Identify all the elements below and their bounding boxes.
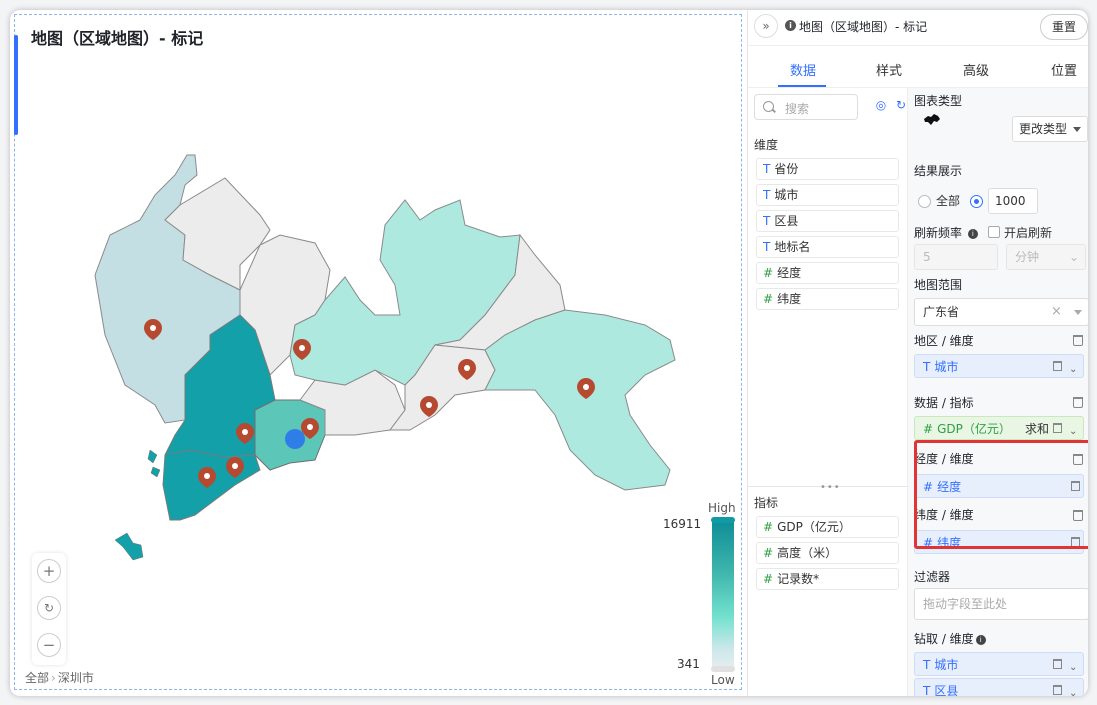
district-nanshan[interactable] (162, 449, 261, 521)
result-all-radio[interactable] (918, 195, 931, 208)
search-icon (763, 101, 774, 112)
delete-icon[interactable] (1053, 361, 1062, 371)
info-icon: i (967, 228, 978, 239)
legend-low-label: Low (711, 673, 735, 687)
info-icon: i (785, 20, 796, 31)
region-map[interactable] (15, 15, 743, 691)
tab-style[interactable]: 样式 (876, 60, 902, 79)
drill-field-pill[interactable]: T 城市 ⌄ (914, 652, 1084, 676)
panel-title: 地图（区域地图）- 标记 (799, 20, 928, 34)
data-measure-label: 数据 / 指标 (914, 396, 974, 410)
island-3 (150, 466, 161, 478)
field-list-column: 搜索 ◎ ↻ 维度 T 省份 T 城市 T 区县 T 地标名 # 经度 # 纬度 ••• 指… (748, 88, 908, 696)
clear-icon[interactable]: × (1051, 299, 1062, 325)
dimension-field[interactable]: T 地标名 (756, 236, 899, 258)
dimension-field[interactable]: T 省份 (756, 158, 899, 180)
result-all-label: 全部 (936, 194, 961, 208)
legend-handle-bottom[interactable] (711, 666, 735, 672)
region-field-pill[interactable]: T 城市 ⌄ (914, 354, 1084, 378)
result-count-radio[interactable] (970, 195, 983, 208)
tab-data[interactable]: 数据 (790, 60, 816, 79)
region-map-chart-icon (924, 114, 940, 125)
zoom-control: + ↻ − (32, 553, 66, 665)
chevron-down-icon[interactable]: ⌄ (1069, 682, 1077, 696)
legend-handle-top[interactable] (711, 517, 735, 523)
dimension-field[interactable]: T 城市 (756, 184, 899, 206)
delete-icon[interactable] (1073, 335, 1083, 346)
drill-dimension-label: 钻取 / 维度 i (914, 630, 986, 647)
measure-section-label: 指标 (754, 496, 779, 510)
zoom-in-icon[interactable]: + (37, 559, 61, 583)
highlight-annotation-frame (914, 440, 1088, 549)
legend-max-value: 16911 (663, 517, 702, 531)
island-1 (114, 532, 144, 561)
tab-position[interactable]: 位置 (1051, 60, 1077, 79)
dimension-field[interactable]: T 区县 (756, 210, 899, 232)
chevron-down-icon: ⌄ (1069, 250, 1080, 264)
island-2 (147, 449, 158, 464)
dimension-field[interactable]: # 经度 (756, 262, 899, 284)
breadcrumb-item-city: 深圳市 (57, 671, 94, 685)
chevron-down-icon[interactable]: ⌄ (1069, 358, 1077, 382)
delete-icon[interactable] (1053, 685, 1062, 695)
measure-field[interactable]: # 记录数* (756, 568, 899, 590)
chevron-down-icon[interactable]: ⌄ (1069, 656, 1077, 680)
legend-gradient-bar (712, 520, 734, 670)
legend-min-value: 341 (677, 657, 700, 671)
app-frame: 地图（区域地图）- 标记 High 16911 341 Low + ↻ − 全部… (10, 10, 1088, 696)
data-field-pill[interactable]: # GDP（亿元） 求和 ⌄ (914, 416, 1084, 440)
reset-button[interactable]: 重置 (1040, 14, 1088, 40)
collapse-panel-icon[interactable]: » (754, 14, 778, 38)
eye-icon[interactable]: ◎ (874, 98, 888, 112)
active-tab-indicator (778, 85, 826, 87)
refresh-interval-input[interactable]: 5 (914, 244, 998, 270)
measure-field[interactable]: # GDP（亿元） (756, 516, 899, 538)
delete-icon[interactable] (1073, 397, 1083, 408)
legend-high-label: High (708, 501, 736, 515)
result-count-input[interactable]: 1000 (988, 188, 1038, 214)
district-dapeng[interactable] (484, 309, 676, 491)
chart-type-label: 图表类型 (914, 94, 963, 108)
caret-down-icon (1074, 310, 1082, 315)
panel-tabs: 数据 样式 高级 位置 (748, 48, 1088, 88)
filter-label: 过滤器 (914, 570, 951, 584)
config-column: 图表类型 更改类型 结果展示 全部 1000 刷新频率 i 开启刷新 5 分钟 ⌄… (908, 88, 1088, 696)
map-card[interactable]: 地图（区域地图）- 标记 High 16911 341 Low + ↻ − 全部… (14, 14, 742, 690)
measure-field[interactable]: # 高度（米） (756, 542, 899, 564)
tab-advanced[interactable]: 高级 (963, 60, 989, 79)
zoom-reset-icon[interactable]: ↻ (37, 596, 61, 620)
filter-drop-zone[interactable]: 拖动字段至此处 (914, 588, 1088, 620)
map-range-label: 地图范围 (914, 278, 963, 292)
enable-refresh-label: 开启刷新 (1004, 226, 1053, 240)
change-type-select[interactable]: 更改类型 (1012, 116, 1088, 142)
dimension-field[interactable]: # 纬度 (756, 288, 899, 310)
refresh-frequency-label: 刷新频率 i (914, 224, 978, 241)
result-display-label: 结果展示 (914, 164, 963, 178)
map-range-select[interactable]: 广东省 × (914, 298, 1088, 326)
drill-field-pill[interactable]: T 区县 ⌄ (914, 678, 1084, 696)
breadcrumb-item-all[interactable]: 全部 (25, 671, 49, 685)
splitter-handle-icon[interactable]: ••• (820, 482, 841, 493)
dimension-section-label: 维度 (754, 138, 779, 152)
breadcrumb: 全部 › 深圳市 (25, 669, 94, 686)
refresh-icon[interactable]: ↻ (894, 98, 908, 112)
delete-icon[interactable] (1053, 659, 1062, 669)
enable-refresh-checkbox[interactable] (988, 226, 1000, 238)
search-placeholder: 搜索 (785, 102, 810, 116)
breadcrumb-separator-icon: › (51, 671, 56, 685)
panel-header: » i 地图（区域地图）- 标记 重置 (748, 10, 1088, 46)
info-icon: i (975, 634, 986, 645)
caret-down-icon (1073, 127, 1081, 132)
zoom-out-icon[interactable]: − (37, 633, 61, 657)
field-search-input[interactable]: 搜索 (754, 94, 858, 120)
delete-icon[interactable] (1053, 423, 1062, 433)
selected-point[interactable] (285, 429, 305, 449)
region-dimension-label: 地区 / 维度 (914, 334, 974, 348)
refresh-unit-select[interactable]: 分钟 ⌄ (1006, 244, 1086, 270)
config-panel: » i 地图（区域地图）- 标记 重置 数据 样式 高级 位置 搜索 ◎ ↻ 维… (747, 10, 1088, 696)
